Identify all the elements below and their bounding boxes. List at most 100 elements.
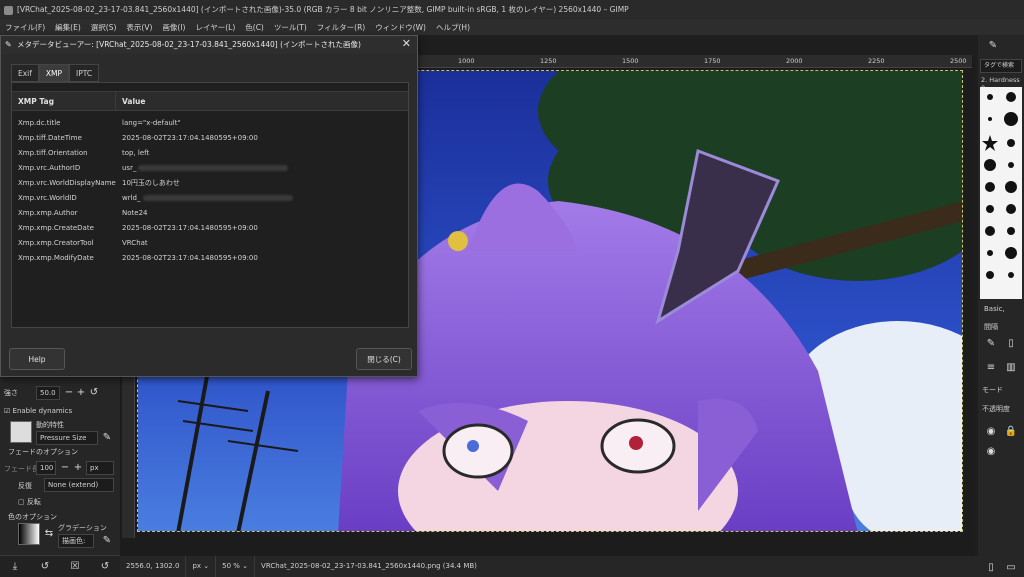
ruler-tick: 2000 [786,57,803,65]
enable-dynamics-checkbox[interactable]: ☑ Enable dynamics [4,407,72,415]
table-row[interactable]: Xmp.dc.title lang="x-default" [12,116,408,131]
table-row[interactable]: Xmp.tiff.DateTime 2025-08-02T23:17:04.14… [12,131,408,146]
table-row[interactable]: Xmp.vrc.AuthorID usr_ [12,161,408,176]
reset-icon[interactable]: ↺ [87,386,101,400]
force-input[interactable]: 50.0 [36,386,60,400]
table-row[interactable]: Xmp.xmp.Author Note24 [12,206,408,221]
row-tag: Xmp.vrc.WorldDisplayName [18,179,116,187]
spacing-label: 間隔 [984,323,998,331]
dialog-title-bar: ✎ メタデータビューアー: [VRChat_2025-08-02_23-17-0… [1,36,417,54]
dialog-title: メタデータビューアー: [VRChat_2025-08-02_23-17-03.… [17,40,361,49]
chevron-down-icon: ⌄ [203,562,210,570]
menu-windows[interactable]: ウィンドウ(W) [370,22,431,33]
help-button[interactable]: Help [9,348,65,370]
menu-filters[interactable]: フィルター(R) [312,22,370,33]
row-tag: Xmp.vrc.AuthorID [18,164,81,172]
zoom-value: 50 % [222,562,240,570]
reverse-gradient-icon[interactable]: ⇆ [42,527,56,541]
column-header-tag[interactable]: XMP Tag [12,92,116,110]
menu-image[interactable]: 画像(I) [157,22,190,33]
row-tag: Xmp.dc.title [18,119,61,127]
close-button[interactable]: 閉じる(C) [356,348,412,370]
new-group-icon[interactable]: ▭ [1004,561,1018,575]
pointer-coordinates: 2556.0, 1302.0 [120,556,187,577]
gradient-preview[interactable] [18,523,40,545]
tag-search-input[interactable]: タグで検索 [980,59,1022,73]
lock-icon[interactable]: 🔒 [1004,425,1018,439]
dynamics-preview-icon[interactable] [10,421,32,443]
fade-length-input[interactable]: 100 [36,461,56,475]
xmp-table: XMP Tag Value Xmp.dc.title lang="x-defau… [11,82,409,328]
new-layer-icon[interactable]: ▯ [984,561,998,575]
column-header-value[interactable]: Value [116,92,145,110]
row-value: usr_ [116,161,289,176]
menu-file[interactable]: ファイル(F) [0,22,50,33]
brushes-dock: ✎ タグで検索 2. Hardness 0 Basic, 間隔 ✎ ▯ ≡ ▥ … [978,35,1024,577]
menu-view[interactable]: 表示(V) [121,22,157,33]
menu-select[interactable]: 選択(S) [86,22,122,33]
dynamics-label: 動的特性 [36,421,64,429]
tab-exif[interactable]: Exif [11,64,39,82]
brush-thumbnails [982,92,1018,279]
table-row[interactable]: Xmp.vrc.WorldID wrld_ [12,191,408,206]
channels-icon[interactable]: ▥ [1004,361,1018,375]
row-value: lang="x-default" [122,119,181,127]
table-row[interactable]: Xmp.xmp.ModifyDate 2025-08-02T23:17:04.1… [12,251,408,266]
mode-label: モード [982,386,1003,394]
gimp-app-icon [4,5,13,15]
table-row[interactable]: Xmp.xmp.CreatorTool VRChat [12,236,408,251]
menu-edit[interactable]: 編集(E) [50,22,86,33]
table-row[interactable]: Xmp.xmp.CreateDate 2025-08-02T23:17:04.1… [12,221,408,236]
delete-icon[interactable]: ☒ [68,560,82,574]
save-icon[interactable]: ⤓ [8,560,22,574]
menu-help[interactable]: ヘルプ(H) [431,22,475,33]
zoom-select[interactable]: 50 % ⌄ [216,556,256,577]
repeat-select[interactable]: None (extend) [44,478,114,492]
color-options-label: 色のオプション [8,513,57,521]
restore-icon[interactable]: ↺ [38,560,52,574]
row-value: 2025-08-02T23:17:04.1480595+09:00 [122,224,258,232]
gimp-app-icon: ✎ [5,40,12,49]
row-value-text: usr_ [122,164,137,172]
edit-icon[interactable]: ✎ [100,534,114,548]
plus-icon[interactable]: + [74,386,88,400]
menu-layer[interactable]: レイヤー(L) [190,22,240,33]
table-row[interactable]: Xmp.vrc.WorldDisplayName 10円玉のしあわせ [12,176,408,191]
close-icon[interactable]: ✕ [402,37,411,50]
layers-icon[interactable]: ≡ [984,361,998,375]
minus-icon[interactable]: − [58,461,72,475]
ruler-tick: 2500 [950,57,967,65]
row-value: 2025-08-02T23:17:04.1480595+09:00 [122,134,258,142]
edit-icon[interactable]: ✎ [100,431,114,445]
brush-grid[interactable] [980,87,1022,299]
menu-colors[interactable]: 色(C) [240,22,269,33]
reset-icon[interactable]: ↺ [98,560,112,574]
row-tag: Xmp.xmp.Author [18,209,78,217]
tab-xmp[interactable]: XMP [38,64,70,82]
row-tag: Xmp.vrc.WorldID [18,194,77,202]
document-icon[interactable]: ▯ [1004,337,1018,351]
reverse-checkbox[interactable]: ▢ 反転 [18,497,41,507]
menu-tools[interactable]: ツール(T) [269,22,312,33]
paintbrush-icon[interactable]: ✎ [986,39,1000,53]
plus-icon[interactable]: + [71,461,85,475]
gradient-label: グラデーション [58,524,107,532]
fade-unit-select[interactable]: px [86,461,114,475]
eye-icon[interactable]: ◉ [984,445,998,459]
edit-icon[interactable]: ✎ [984,337,998,351]
row-tag: Xmp.xmp.ModifyDate [18,254,94,262]
fade-length-label: フェード長 [4,465,39,473]
fade-options-label: フェードのオプション [8,448,78,456]
unit-select[interactable]: px ⌄ [186,556,217,577]
dynamics-select[interactable]: Pressure Size [36,431,98,445]
eye-icon[interactable]: ◉ [984,425,998,439]
table-row[interactable]: Xmp.tiff.Orientation top, left [12,146,408,161]
dock-bottom-toolbar: ⤓ ↺ ☒ ↺ [0,555,120,577]
tab-iptc[interactable]: IPTC [69,64,100,82]
menu-bar: ファイル(F) 編集(E) 選択(S) 表示(V) 画像(I) レイヤー(L) … [0,19,1024,35]
row-value: 2025-08-02T23:17:04.1480595+09:00 [122,254,258,262]
row-tag: Xmp.xmp.CreateDate [18,224,94,232]
table-header: XMP Tag Value [12,91,408,111]
blend-select[interactable]: 描画色: [58,534,94,548]
brush-preset-name: Basic, [984,305,1005,313]
